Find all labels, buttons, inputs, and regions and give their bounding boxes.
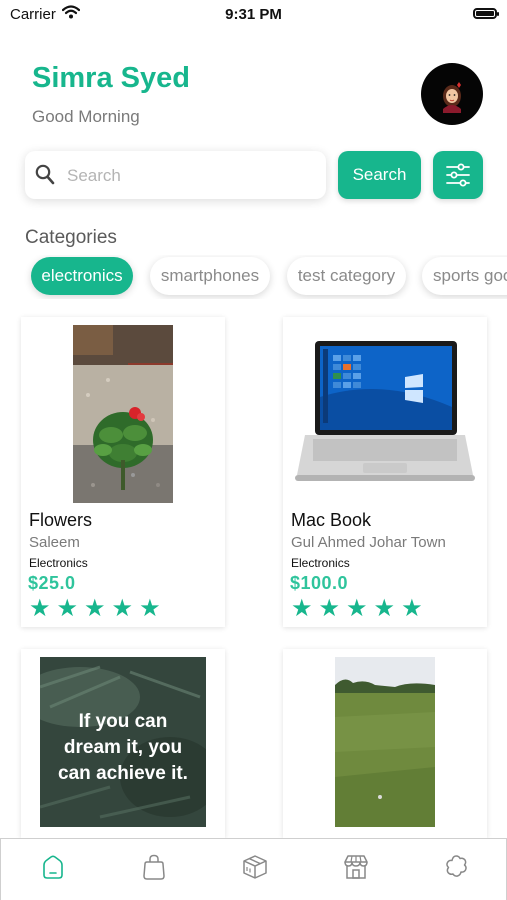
home-icon bbox=[43, 855, 63, 879]
category-chip-electronics[interactable]: electronics bbox=[31, 257, 133, 295]
search-box[interactable] bbox=[25, 151, 326, 199]
product-image-field bbox=[335, 657, 435, 827]
avatar[interactable] bbox=[421, 63, 483, 125]
star-rating: ★★★★★ bbox=[29, 597, 167, 621]
tab-orders[interactable] bbox=[235, 853, 275, 889]
search-input[interactable] bbox=[65, 163, 319, 189]
bottom-tab-bar bbox=[0, 838, 507, 900]
product-name: Flowers bbox=[29, 510, 93, 530]
tab-home[interactable] bbox=[33, 853, 73, 889]
product-category: Electronics bbox=[291, 556, 350, 570]
filter-button[interactable] bbox=[433, 151, 483, 199]
star-icon: ★ bbox=[56, 595, 85, 622]
product-card-field[interactable] bbox=[283, 649, 487, 838]
star-icon: ★ bbox=[291, 595, 319, 622]
bag-icon bbox=[143, 854, 165, 880]
category-chip-sports-goods[interactable]: sports goods bbox=[422, 257, 507, 295]
star-icon: ★ bbox=[29, 595, 57, 622]
product-name: Mac Book bbox=[291, 510, 372, 530]
product-category: Electronics bbox=[29, 556, 88, 570]
product-seller: Gul Ahmed Johar Town bbox=[291, 534, 446, 551]
filter-sliders-icon bbox=[446, 163, 470, 187]
status-bar: Carrier 9:31 PM bbox=[0, 0, 507, 30]
star-icon: ★ bbox=[84, 595, 112, 622]
product-image-mac-book bbox=[293, 337, 477, 489]
product-card-mac-book[interactable]: Mac Book Gul Ahmed Johar Town Electronic… bbox=[283, 317, 487, 627]
star-icon: ★ bbox=[346, 595, 374, 622]
package-icon bbox=[243, 855, 267, 879]
battery-icon bbox=[473, 8, 499, 19]
star-icon: ★ bbox=[111, 595, 140, 622]
product-price: $25.0 bbox=[28, 573, 76, 593]
category-chip-test-category[interactable]: test category bbox=[287, 257, 406, 295]
quote-text: If you can dream it, you can achieve it. bbox=[58, 711, 188, 784]
product-image-flowers bbox=[73, 325, 173, 503]
tab-settings[interactable] bbox=[436, 853, 476, 889]
user-name: Simra Syed bbox=[32, 62, 190, 94]
search-button[interactable]: Search bbox=[338, 151, 421, 199]
category-chips[interactable]: electronics smartphones test category sp… bbox=[0, 255, 507, 299]
star-icon: ★ bbox=[139, 595, 167, 622]
tab-store[interactable] bbox=[336, 853, 376, 889]
product-image-quote: If you can dream it, you can achieve it. bbox=[40, 657, 206, 827]
clock-time: 9:31 PM bbox=[225, 6, 282, 23]
star-icon: ★ bbox=[373, 595, 402, 622]
categories-title: Categories bbox=[25, 227, 117, 248]
star-icon: ★ bbox=[318, 595, 347, 622]
category-chip-smartphones[interactable]: smartphones bbox=[150, 257, 270, 295]
product-card-quote[interactable]: If you can dream it, you can achieve it. bbox=[21, 649, 225, 838]
product-price: $100.0 bbox=[290, 573, 349, 593]
product-seller: Saleem bbox=[29, 534, 80, 551]
search-icon bbox=[35, 164, 55, 191]
settings-icon bbox=[446, 855, 467, 877]
greeting-text: Good Morning bbox=[32, 107, 140, 126]
star-rating: ★★★★★ bbox=[291, 597, 429, 621]
store-icon bbox=[344, 855, 368, 879]
star-icon: ★ bbox=[401, 595, 429, 622]
product-card-flowers[interactable]: Flowers Saleem Electronics $25.0 ★★★★★ bbox=[21, 317, 225, 627]
tab-shop[interactable] bbox=[134, 853, 174, 889]
